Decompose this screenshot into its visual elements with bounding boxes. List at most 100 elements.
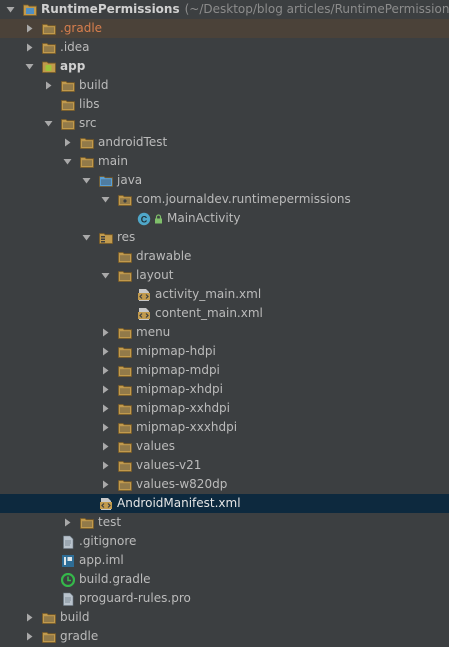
package-icon bbox=[117, 192, 133, 208]
tree-item-runtimepermissions[interactable]: RuntimePermissions (~/Desktop/blog articl… bbox=[0, 0, 449, 19]
tree-item-idea[interactable]: .idea bbox=[0, 38, 449, 57]
tree-item-gradle[interactable]: .gradle bbox=[0, 19, 449, 38]
tree-item-label: .idea bbox=[60, 40, 90, 54]
tree-item-mipmap-mdpi[interactable]: mipmap-mdpi bbox=[0, 361, 449, 380]
expanded-arrow-icon[interactable] bbox=[4, 0, 16, 19]
manifest-file-icon bbox=[98, 496, 114, 512]
tree-item-values-w820dp[interactable]: values-w820dp bbox=[0, 475, 449, 494]
folder-icon bbox=[79, 135, 95, 151]
tree-item-label: main bbox=[98, 154, 128, 168]
tree-item-label: .gradle bbox=[60, 21, 103, 35]
tree-item-label: values-v21 bbox=[136, 458, 202, 472]
tree-item-mainactivity[interactable]: C MainActivity bbox=[0, 209, 449, 228]
collapsed-arrow-icon[interactable] bbox=[99, 475, 111, 494]
folder-icon bbox=[60, 116, 76, 132]
folder-icon bbox=[117, 268, 133, 284]
tree-item-label: menu bbox=[136, 325, 171, 339]
folder-icon bbox=[117, 325, 133, 341]
tree-item-activity-main-xml[interactable]: activity_main.xml bbox=[0, 285, 449, 304]
tree-item-label: mipmap-xxxhdpi bbox=[136, 420, 238, 434]
tree-item-build[interactable]: build bbox=[0, 608, 449, 627]
tree-item-gitignore[interactable]: .gitignore bbox=[0, 532, 449, 551]
expanded-arrow-icon[interactable] bbox=[99, 190, 111, 209]
collapsed-arrow-icon[interactable] bbox=[99, 418, 111, 437]
folder-icon bbox=[41, 40, 57, 56]
tree-item-test[interactable]: test bbox=[0, 513, 449, 532]
svg-text:C: C bbox=[141, 214, 148, 224]
tree-item-label: .gitignore bbox=[79, 534, 137, 548]
tree-item-build[interactable]: build bbox=[0, 76, 449, 95]
tree-item-main[interactable]: main bbox=[0, 152, 449, 171]
tree-item-mipmap-xhdpi[interactable]: mipmap-xhdpi bbox=[0, 380, 449, 399]
tree-item-values-v21[interactable]: values-v21 bbox=[0, 456, 449, 475]
folder-icon bbox=[117, 477, 133, 493]
tree-item-label: gradle bbox=[60, 629, 99, 643]
tree-item-com-journaldev-runtimepermissions[interactable]: com.journaldev.runtimepermissions bbox=[0, 190, 449, 209]
collapsed-arrow-icon[interactable] bbox=[99, 323, 111, 342]
tree-item-label: androidTest bbox=[98, 135, 168, 149]
xml-file-icon bbox=[136, 287, 152, 303]
collapsed-arrow-icon[interactable] bbox=[99, 361, 111, 380]
tree-item-label: build.gradle bbox=[79, 572, 151, 586]
tree-item-menu[interactable]: menu bbox=[0, 323, 449, 342]
collapsed-arrow-icon[interactable] bbox=[42, 76, 54, 95]
expanded-arrow-icon[interactable] bbox=[99, 266, 111, 285]
collapsed-arrow-icon[interactable] bbox=[61, 513, 73, 532]
tree-item-mipmap-hdpi[interactable]: mipmap-hdpi bbox=[0, 342, 449, 361]
expanded-arrow-icon[interactable] bbox=[80, 228, 92, 247]
collapsed-arrow-icon[interactable] bbox=[99, 456, 111, 475]
collapsed-arrow-icon[interactable] bbox=[23, 608, 35, 627]
tree-item-androidmanifest-xml[interactable]: AndroidManifest.xml bbox=[0, 494, 449, 513]
resource-folder-icon bbox=[98, 230, 114, 246]
collapsed-arrow-icon[interactable] bbox=[61, 133, 73, 152]
collapsed-arrow-icon[interactable] bbox=[99, 399, 111, 418]
text-file-icon bbox=[60, 534, 76, 550]
tree-item-label: MainActivity bbox=[167, 211, 241, 225]
expanded-arrow-icon[interactable] bbox=[80, 171, 92, 190]
tree-item-gradle[interactable]: gradle bbox=[0, 627, 449, 646]
folder-icon bbox=[41, 610, 57, 626]
collapsed-arrow-icon[interactable] bbox=[99, 380, 111, 399]
folder-icon bbox=[117, 344, 133, 360]
folder-icon bbox=[117, 439, 133, 455]
tree-item-values[interactable]: values bbox=[0, 437, 449, 456]
lock-icon bbox=[154, 213, 163, 224]
collapsed-arrow-icon[interactable] bbox=[23, 38, 35, 57]
tree-item-src[interactable]: src bbox=[0, 114, 449, 133]
tree-item-label: test bbox=[98, 515, 122, 529]
expanded-arrow-icon[interactable] bbox=[61, 152, 73, 171]
folder-icon bbox=[117, 420, 133, 436]
tree-item-res[interactable]: res bbox=[0, 228, 449, 247]
tree-item-app[interactable]: app bbox=[0, 57, 449, 76]
expanded-arrow-icon[interactable] bbox=[23, 57, 35, 76]
tree-item-content-main-xml[interactable]: content_main.xml bbox=[0, 304, 449, 323]
folder-icon bbox=[79, 154, 95, 170]
expanded-arrow-icon[interactable] bbox=[42, 114, 54, 133]
tree-item-label: activity_main.xml bbox=[155, 287, 262, 301]
tree-item-androidtest[interactable]: androidTest bbox=[0, 133, 449, 152]
tree-item-label: drawable bbox=[136, 249, 192, 263]
tree-item-layout[interactable]: layout bbox=[0, 266, 449, 285]
tree-item-build-gradle[interactable]: build.gradle bbox=[0, 570, 449, 589]
tree-item-libs[interactable]: libs bbox=[0, 95, 449, 114]
tree-item-mipmap-xxxhdpi[interactable]: mipmap-xxxhdpi bbox=[0, 418, 449, 437]
iml-file-icon bbox=[60, 553, 76, 569]
tree-item-java[interactable]: java bbox=[0, 171, 449, 190]
collapsed-arrow-icon[interactable] bbox=[23, 627, 35, 646]
tree-item-label: mipmap-xxhdpi bbox=[136, 401, 231, 415]
collapsed-arrow-icon[interactable] bbox=[99, 342, 111, 361]
folder-icon bbox=[60, 97, 76, 113]
collapsed-arrow-icon[interactable] bbox=[99, 437, 111, 456]
tree-item-app-iml[interactable]: app.iml bbox=[0, 551, 449, 570]
tree-item-drawable[interactable]: drawable bbox=[0, 247, 449, 266]
tree-item-label: res bbox=[117, 230, 136, 244]
tree-item-mipmap-xxhdpi[interactable]: mipmap-xxhdpi bbox=[0, 399, 449, 418]
tree-item-label: mipmap-mdpi bbox=[136, 363, 220, 377]
folder-icon bbox=[117, 458, 133, 474]
folder-icon bbox=[79, 515, 95, 531]
collapsed-arrow-icon[interactable] bbox=[23, 19, 35, 38]
tree-item-proguard-rules-pro[interactable]: proguard-rules.pro bbox=[0, 589, 449, 608]
gradle-file-icon bbox=[60, 572, 76, 588]
project-path: (~/Desktop/blog articles/RuntimePermissi… bbox=[184, 2, 449, 16]
tree-item-label: app bbox=[60, 59, 86, 73]
